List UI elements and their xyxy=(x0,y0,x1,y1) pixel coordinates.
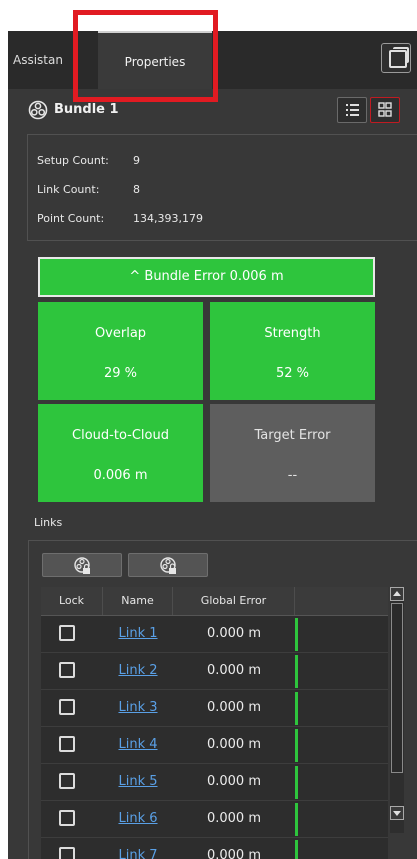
bundle-lock-icon xyxy=(74,557,90,574)
table-row: Link 7 0.000 m xyxy=(41,838,388,859)
bundle-title: Bundle 1 xyxy=(54,102,119,117)
global-error-value: 0.000 m xyxy=(206,811,261,826)
table-row: Link 5 0.000 m xyxy=(41,764,388,801)
status-bar xyxy=(295,692,298,725)
overlap-value: 29 % xyxy=(103,366,138,381)
global-error-value: 0.000 m xyxy=(206,737,261,752)
column-name[interactable]: Name xyxy=(103,587,173,615)
strength-tile: Strength 52 % xyxy=(210,302,375,400)
link-name[interactable]: Link 6 xyxy=(103,811,173,826)
table-row: Link 6 0.000 m xyxy=(41,801,388,838)
link-count-label: Link Count: xyxy=(37,183,100,196)
cloud-to-cloud-tile: Cloud-to-Cloud 0.006 m xyxy=(38,404,203,502)
bundle-error-toggle-button[interactable]: ^ Bundle Error 0.006 m xyxy=(38,257,375,297)
scroll-thumb[interactable] xyxy=(391,603,403,773)
highlight-box xyxy=(73,10,218,102)
lock-checkbox[interactable] xyxy=(59,847,75,859)
point-count-label: Point Count: xyxy=(37,212,105,225)
bundle-icon xyxy=(28,100,48,120)
links-heading: Links xyxy=(34,516,63,529)
status-bar xyxy=(295,618,298,651)
table-row: Link 3 0.000 m xyxy=(41,690,388,727)
link-count-value: 8 xyxy=(133,183,140,196)
status-bar xyxy=(295,655,298,688)
status-bar xyxy=(295,729,298,762)
lock-all-links-button[interactable] xyxy=(42,553,122,577)
lock-checkbox[interactable] xyxy=(59,736,75,752)
link-name[interactable]: Link 3 xyxy=(103,700,173,715)
strength-label: Strength xyxy=(264,326,321,341)
point-count-value: 134,393,179 xyxy=(133,212,203,225)
list-view-button[interactable] xyxy=(337,97,367,123)
grid-view-button[interactable] xyxy=(370,97,400,123)
link-name[interactable]: Link 2 xyxy=(103,663,173,678)
scroll-down-icon[interactable] xyxy=(390,806,404,820)
overlap-label: Overlap xyxy=(94,326,147,341)
links-table-header: Lock Name Global Error xyxy=(41,587,388,616)
global-error-value: 0.000 m xyxy=(206,663,261,678)
float-panel-icon[interactable] xyxy=(381,43,411,73)
table-row: Link 4 0.000 m xyxy=(41,727,388,764)
target-error-value: -- xyxy=(287,468,298,483)
strength-value: 52 % xyxy=(275,366,310,381)
status-bar xyxy=(295,840,298,859)
link-name[interactable]: Link 1 xyxy=(103,626,173,641)
column-global-error[interactable]: Global Error xyxy=(173,587,295,615)
link-name[interactable]: Link 7 xyxy=(103,848,173,859)
scroll-up-icon[interactable] xyxy=(390,587,404,601)
global-error-value: 0.000 m xyxy=(206,700,261,715)
global-error-value: 0.000 m xyxy=(206,848,261,859)
links-table: Lock Name Global Error Link 1 0.000 m Li… xyxy=(41,587,388,859)
lock-checkbox[interactable] xyxy=(59,625,75,641)
table-row: Link 1 0.000 m xyxy=(41,616,388,653)
status-bar xyxy=(295,803,298,836)
unlock-all-links-button[interactable] xyxy=(128,553,208,577)
overlap-tile: Overlap 29 % xyxy=(38,302,203,400)
setup-count-label: Setup Count: xyxy=(37,154,109,167)
global-error-value: 0.000 m xyxy=(206,626,261,641)
global-error-value: 0.000 m xyxy=(206,774,261,789)
cloud-to-cloud-value: 0.006 m xyxy=(93,468,148,483)
bundle-unlock-icon xyxy=(160,557,176,574)
lock-checkbox[interactable] xyxy=(59,773,75,789)
lock-checkbox[interactable] xyxy=(59,662,75,678)
table-row: Link 2 0.000 m xyxy=(41,653,388,690)
column-lock[interactable]: Lock xyxy=(41,587,103,615)
target-error-tile: Target Error -- xyxy=(210,404,375,502)
link-name[interactable]: Link 4 xyxy=(103,737,173,752)
lock-checkbox[interactable] xyxy=(59,810,75,826)
lock-checkbox[interactable] xyxy=(59,699,75,715)
grid-icon xyxy=(378,102,392,117)
cloud-to-cloud-label: Cloud-to-Cloud xyxy=(72,428,169,443)
target-error-label: Target Error xyxy=(254,428,331,443)
setup-count-value: 9 xyxy=(133,154,140,167)
link-name[interactable]: Link 5 xyxy=(103,774,173,789)
status-bar xyxy=(295,766,298,799)
list-icon xyxy=(346,104,359,116)
